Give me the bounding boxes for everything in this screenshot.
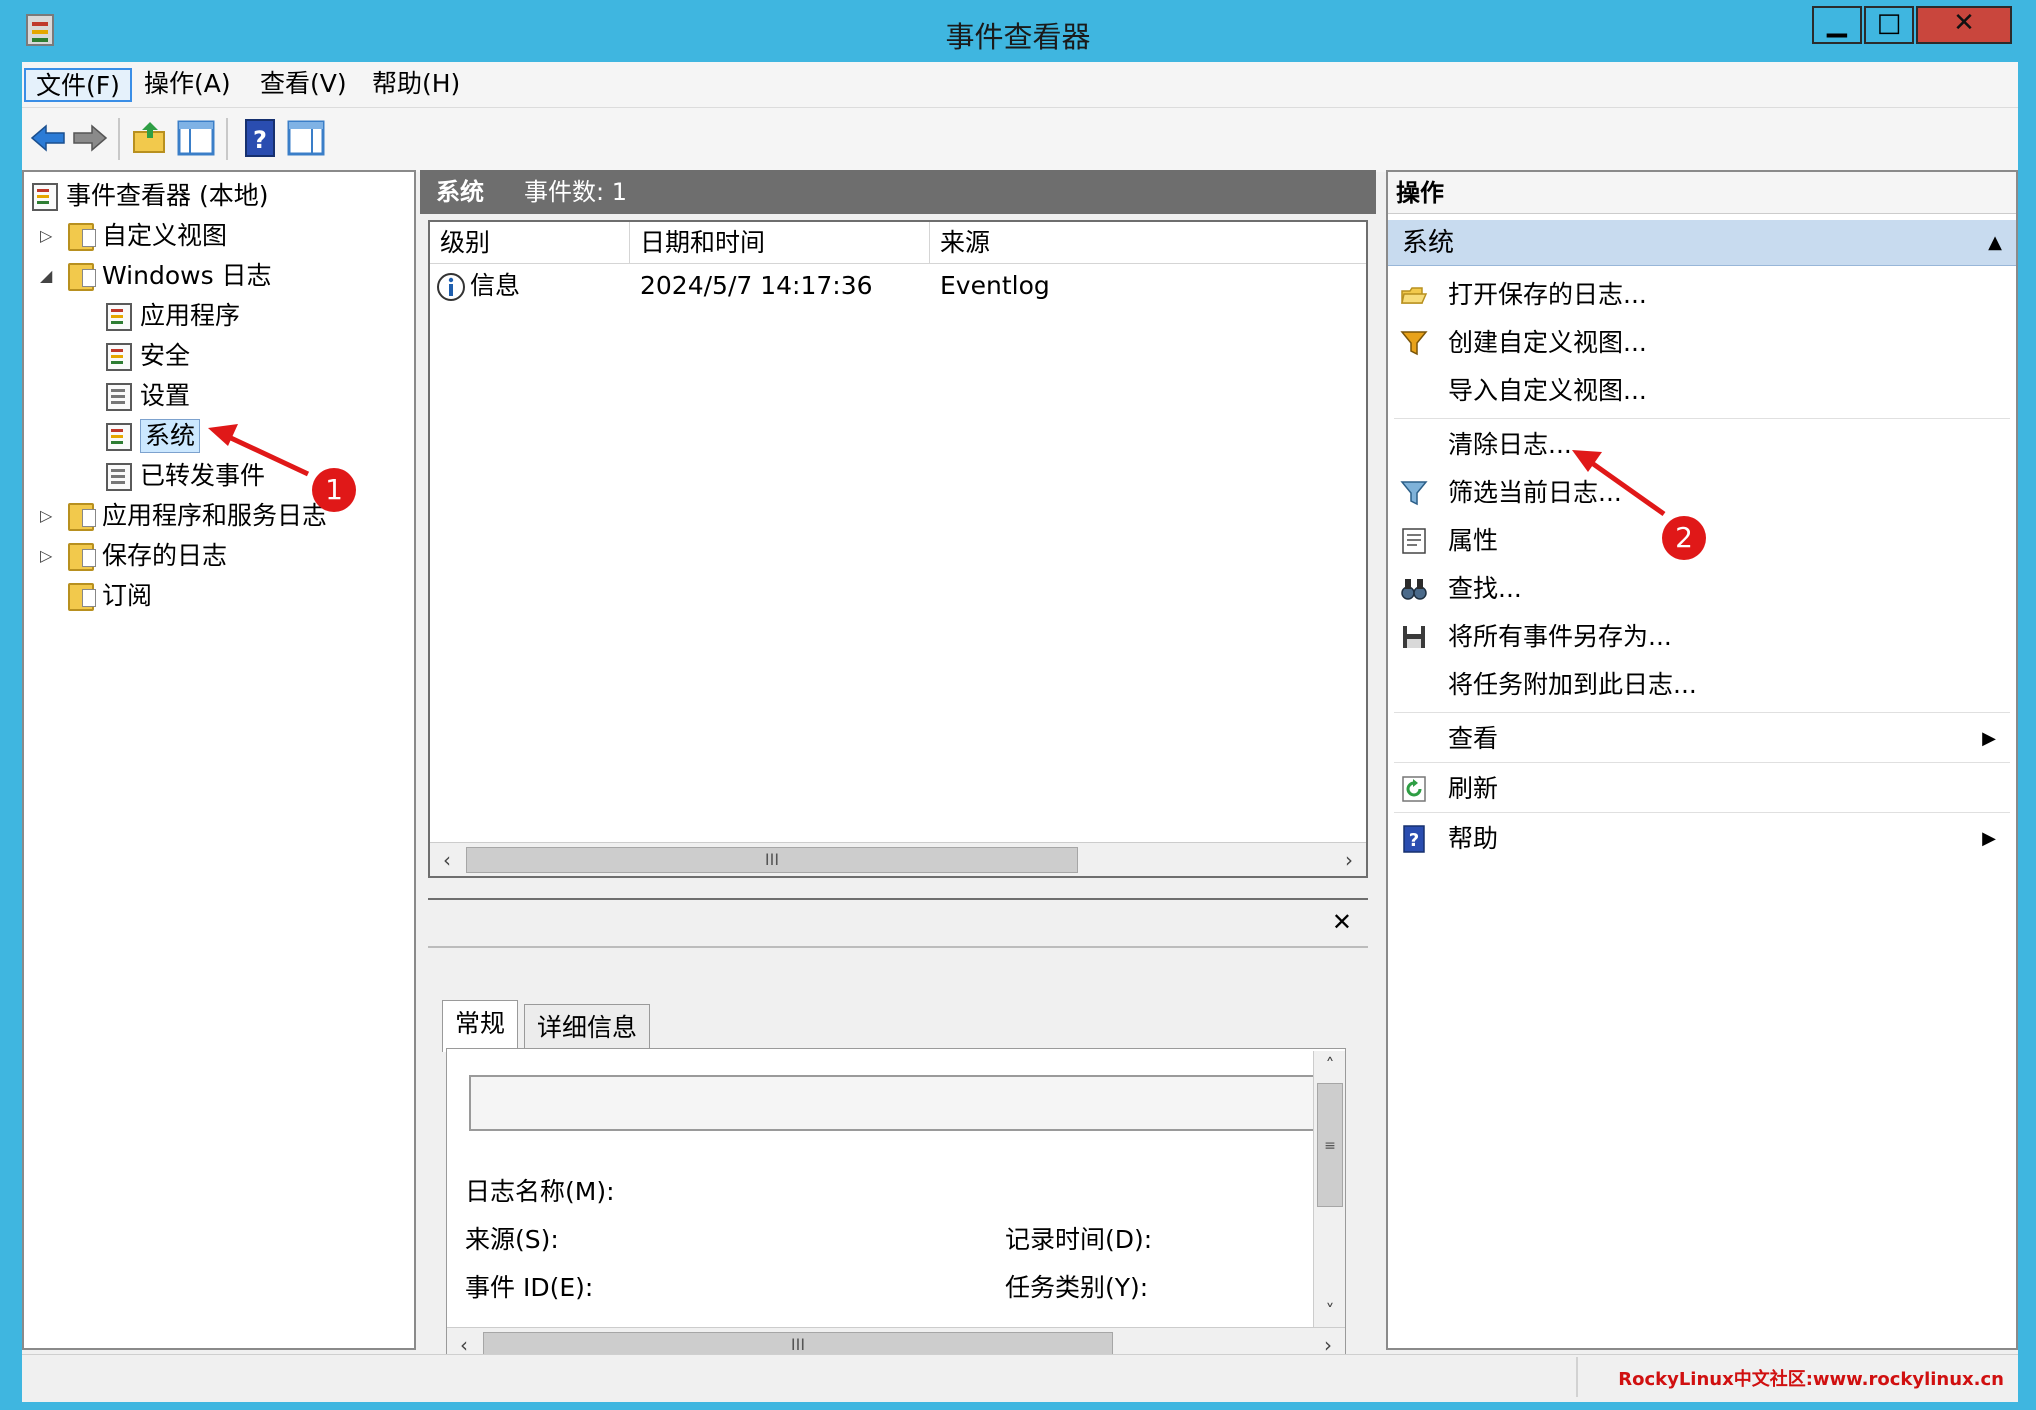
annotation-badge-2: 2 (1662, 516, 1706, 560)
window-frame: 事件查看器 ▁ □ ✕ 文件(F) 操作(A) 查看(V) 帮助(H) ? 事件… (0, 0, 2036, 1410)
annotation-arrows (208, 424, 1666, 517)
annotation-badge-1: 1 (312, 468, 356, 512)
